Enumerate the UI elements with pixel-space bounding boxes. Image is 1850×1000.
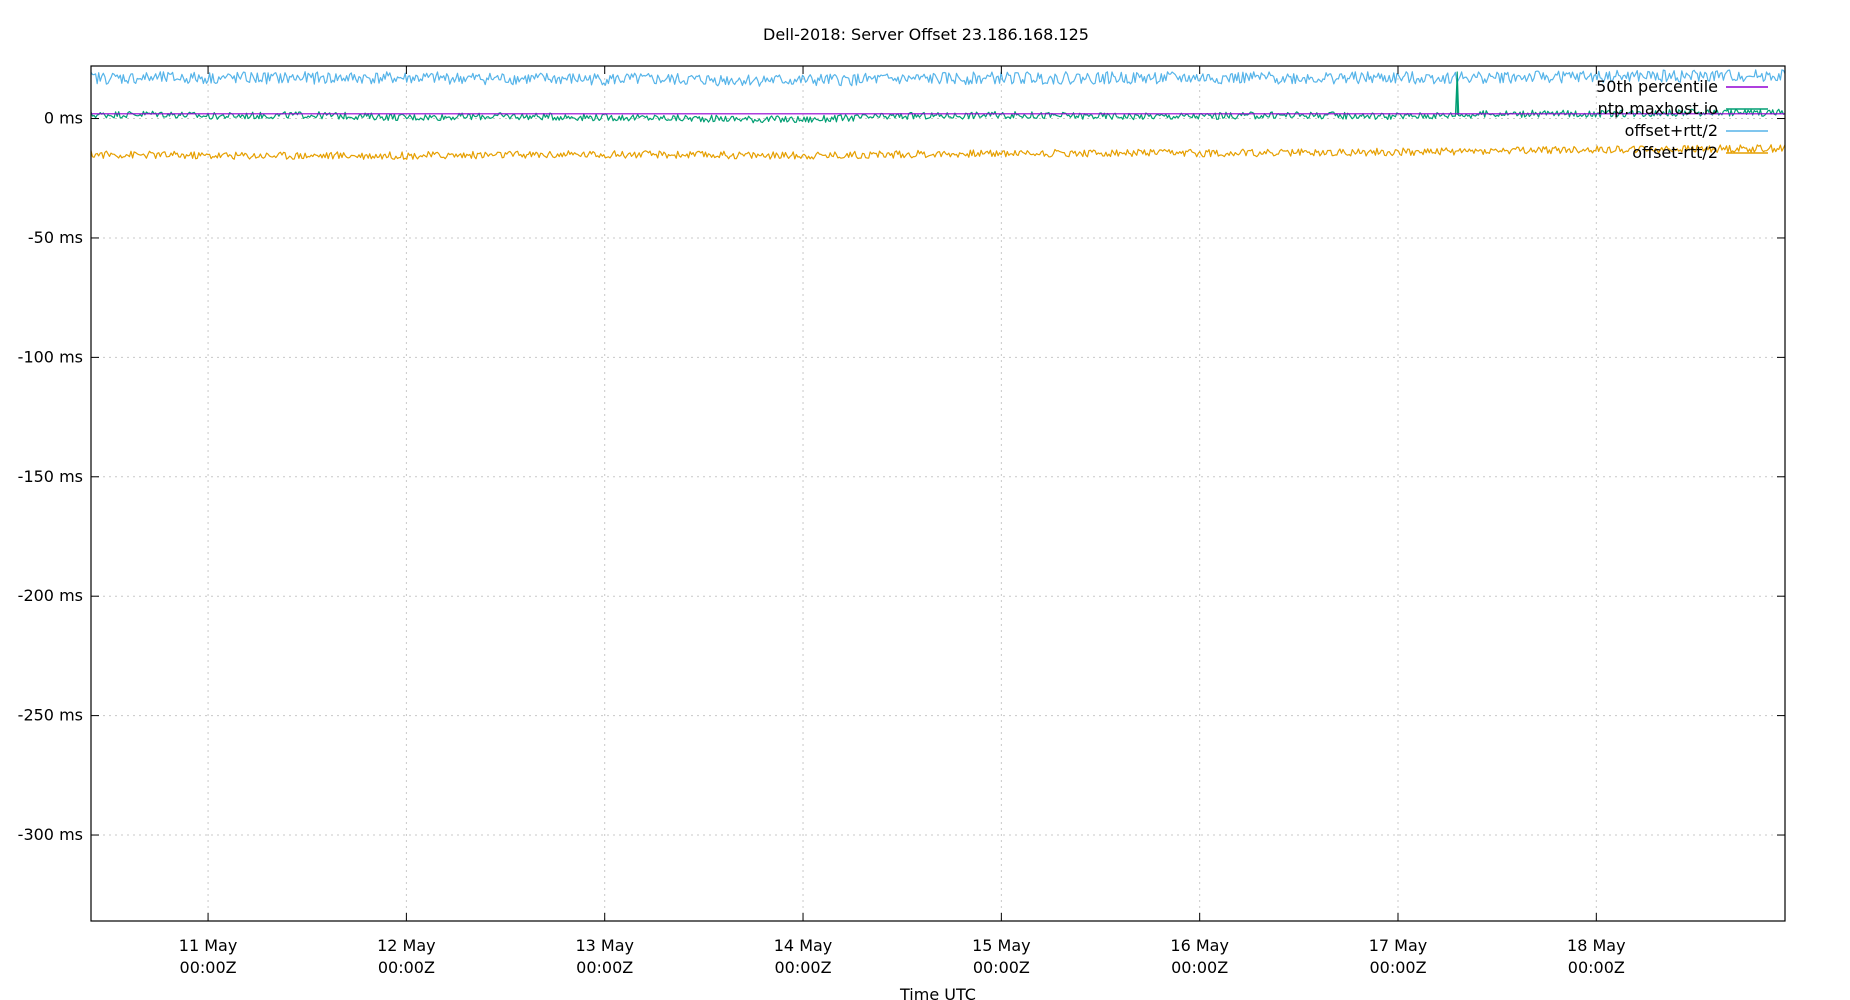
grid bbox=[91, 66, 1785, 921]
x-tick-label-date: 14 May bbox=[774, 936, 833, 955]
plot-frame bbox=[90, 65, 1786, 922]
x-axis: 11 May 00:00Z 12 May 00:00Z 13 May 00:00Z 14 M… bbox=[179, 66, 1626, 977]
x-tick-label-time: 00:00Z bbox=[774, 958, 831, 977]
x-tick-label-date: 11 May bbox=[179, 936, 238, 955]
chart: Dell-2018: Server Offset 23.186.168.125 … bbox=[18, 25, 1786, 1000]
series-line-offset-rtt-2 bbox=[90, 69, 1786, 87]
x-tick-label-time: 00:00Z bbox=[1369, 958, 1426, 977]
x-tick-label-time: 00:00Z bbox=[973, 958, 1030, 977]
x-tick-label-time: 00:00Z bbox=[378, 958, 435, 977]
y-tick-label: -50 ms bbox=[28, 228, 83, 247]
y-tick-label: -250 ms bbox=[18, 706, 83, 725]
legend-label: 50th percentile bbox=[1596, 77, 1718, 96]
x-tick-label-time: 00:00Z bbox=[1568, 958, 1625, 977]
y-tick-label: -150 ms bbox=[18, 467, 83, 486]
legend-label: ntp.maxhost.io bbox=[1598, 99, 1718, 118]
x-tick-label-date: 12 May bbox=[377, 936, 436, 955]
series-layer bbox=[90, 69, 1786, 160]
y-tick-label: -200 ms bbox=[18, 586, 83, 605]
chart-title: Dell-2018: Server Offset 23.186.168.125 bbox=[763, 25, 1089, 44]
x-tick-label-date: 17 May bbox=[1369, 936, 1428, 955]
y-tick-label: 0 ms bbox=[44, 109, 83, 128]
x-axis-label: Time UTC bbox=[899, 985, 976, 1000]
series-line-offset-rtt-2 bbox=[90, 144, 1786, 160]
x-tick-label-time: 00:00Z bbox=[576, 958, 633, 977]
x-tick-label-date: 18 May bbox=[1567, 936, 1626, 955]
x-tick-label-time: 00:00Z bbox=[180, 958, 237, 977]
x-tick-label-date: 16 May bbox=[1170, 936, 1229, 955]
x-tick-label-date: 13 May bbox=[575, 936, 634, 955]
x-tick-label-date: 15 May bbox=[972, 936, 1031, 955]
legend-label: offset-rtt/2 bbox=[1632, 143, 1718, 162]
y-tick-label: -100 ms bbox=[18, 347, 83, 366]
x-tick-label-time: 00:00Z bbox=[1171, 958, 1228, 977]
y-tick-label: -300 ms bbox=[18, 825, 83, 844]
legend-label: offset+rtt/2 bbox=[1625, 121, 1718, 140]
